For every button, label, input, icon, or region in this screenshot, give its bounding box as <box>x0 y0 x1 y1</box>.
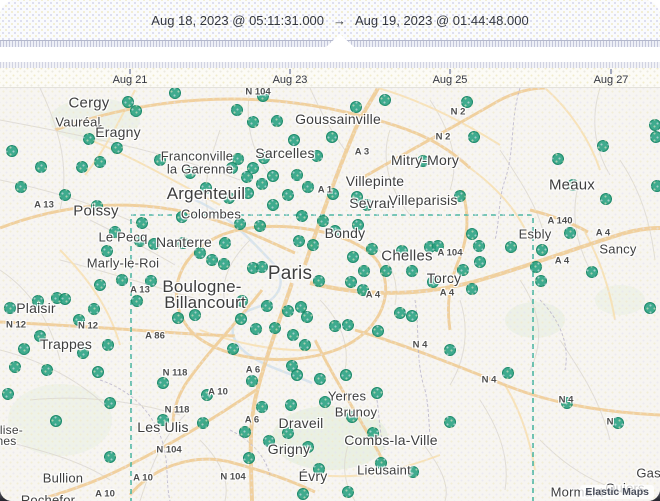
city-label: Sancy <box>599 242 636 257</box>
city-label: Lieusaint <box>357 463 411 478</box>
time-range-readout: Aug 18, 2023 @ 05:11:31.000 → Aug 19, 20… <box>151 13 528 28</box>
city-label: Draveil <box>279 415 324 431</box>
city-label: Yerres <box>328 389 366 404</box>
road-label: A 4 <box>555 256 569 267</box>
city-label: Marly-le-Roi <box>87 256 159 271</box>
road-label: A 104 <box>438 248 463 259</box>
city-label: Évry <box>299 468 328 484</box>
road-label: N 104 <box>245 88 270 98</box>
city-label: Poissy <box>73 203 118 220</box>
road-label: A 6 <box>246 365 260 376</box>
city-label: Vauréal <box>55 115 100 130</box>
timeslider-window[interactable] <box>0 47 660 62</box>
maps-timeslider-view: Aug 18, 2023 @ 05:11:31.000 → Aug 19, 20… <box>0 0 660 501</box>
city-label: Villeparisis <box>388 192 457 208</box>
city-label: Nanterre <box>156 234 212 250</box>
road-label: N 4 <box>482 375 497 386</box>
axis-tick-label: Aug 23 <box>273 74 308 86</box>
map-canvas[interactable]: CergyVauréalÉragnyGoussainvilleFranconvi… <box>0 88 660 501</box>
axis-tick-label: Aug 25 <box>433 74 468 86</box>
city-label: Les Ulis <box>137 419 188 435</box>
road-label: N 104 <box>220 472 245 483</box>
road-label: A 86 <box>145 331 165 342</box>
city-label: Trappes <box>40 336 92 352</box>
road-label: N 118 <box>163 368 188 379</box>
road-label: A 13 <box>130 285 150 296</box>
city-label: ines <box>0 434 16 448</box>
road-label: N <box>607 417 614 428</box>
road-label: A 4 <box>366 290 380 301</box>
city-label: Combs-la-Ville <box>344 432 438 448</box>
map-attribution[interactable]: Elastic Maps <box>580 485 654 499</box>
road-label: A 13 <box>34 200 54 211</box>
timeline-axis[interactable]: Aug 21 Aug 23 Aug 25 Aug 27 <box>0 68 660 88</box>
road-label: A 10 <box>133 473 153 484</box>
road-label: A 4 <box>596 228 610 239</box>
road-label: A 140 <box>548 216 573 227</box>
road-label: N 118 <box>165 405 190 416</box>
city-label: Gasti <box>636 466 660 481</box>
city-label: Éragny <box>95 124 141 140</box>
road-label: N 104 <box>156 445 181 456</box>
city-label: Cergy <box>68 95 109 112</box>
time-range-start: Aug 18, 2023 @ 05:11:31.000 <box>151 13 324 28</box>
time-range-end: Aug 19, 2023 @ 01:44:48.000 <box>355 13 529 28</box>
city-label: la Garenne <box>167 162 233 177</box>
city-label: Colombes <box>181 207 241 222</box>
axis-tick-label: Aug 27 <box>594 74 629 86</box>
city-label: Esbly <box>519 227 552 242</box>
city-label: Le Pecq <box>98 230 147 245</box>
road-label: A 6 <box>245 415 259 426</box>
road-label: N 12 <box>78 321 98 332</box>
road-label: N 2 <box>436 132 451 143</box>
axis-tick-label: Aug 21 <box>113 74 148 86</box>
road-label: A 4 <box>440 288 454 299</box>
road-label: A 1 <box>318 185 332 196</box>
city-label: Goussainville <box>295 111 381 127</box>
road-label: N 2 <box>451 107 466 118</box>
road-label: N 4 <box>413 340 428 351</box>
tooltip-caret-icon <box>326 34 354 47</box>
city-label: Billancourt <box>164 293 246 313</box>
city-label: Bondy <box>325 225 366 241</box>
city-label: Brunoy <box>335 405 377 420</box>
arrow-right-icon: → <box>333 13 346 28</box>
map-labels-layer: CergyVauréalÉragnyGoussainvilleFranconvi… <box>0 88 660 501</box>
road-label: A 10 <box>208 387 228 398</box>
city-label: Sarcelles <box>255 145 314 161</box>
road-label: N 4 <box>559 395 574 406</box>
city-label: Bullion <box>43 471 83 486</box>
city-label: Villepinte <box>346 173 405 189</box>
city-label: Chelles <box>381 248 432 265</box>
road-label: A 3 <box>355 147 369 158</box>
city-label: Meaux <box>549 177 595 194</box>
city-label: Plaisir <box>16 300 56 316</box>
city-label: Grigny <box>268 441 310 457</box>
city-label: Paris <box>268 263 312 285</box>
city-label: Rochefor <box>21 493 75 501</box>
city-label: Argenteuil <box>167 184 246 204</box>
road-label: N 12 <box>6 320 26 331</box>
city-label: Mitry-Mory <box>391 152 459 168</box>
city-label: Torcy <box>427 270 461 286</box>
road-label: A 10 <box>95 489 115 500</box>
